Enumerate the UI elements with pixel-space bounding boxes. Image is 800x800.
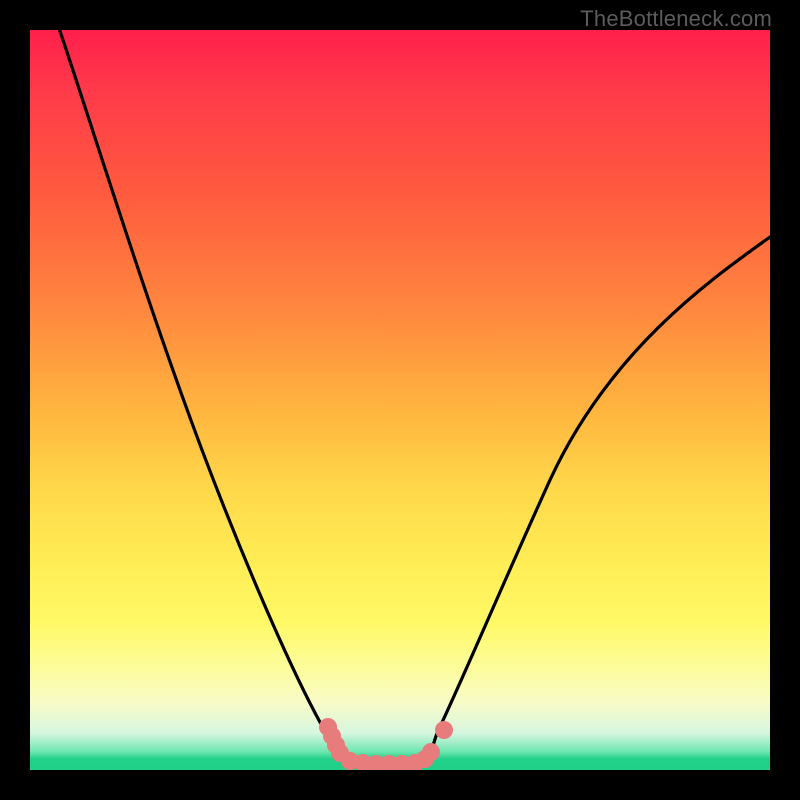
watermark-text: TheBottleneck.com: [580, 6, 772, 32]
chart-frame: TheBottleneck.com: [0, 0, 800, 800]
plot-background: [30, 30, 770, 770]
